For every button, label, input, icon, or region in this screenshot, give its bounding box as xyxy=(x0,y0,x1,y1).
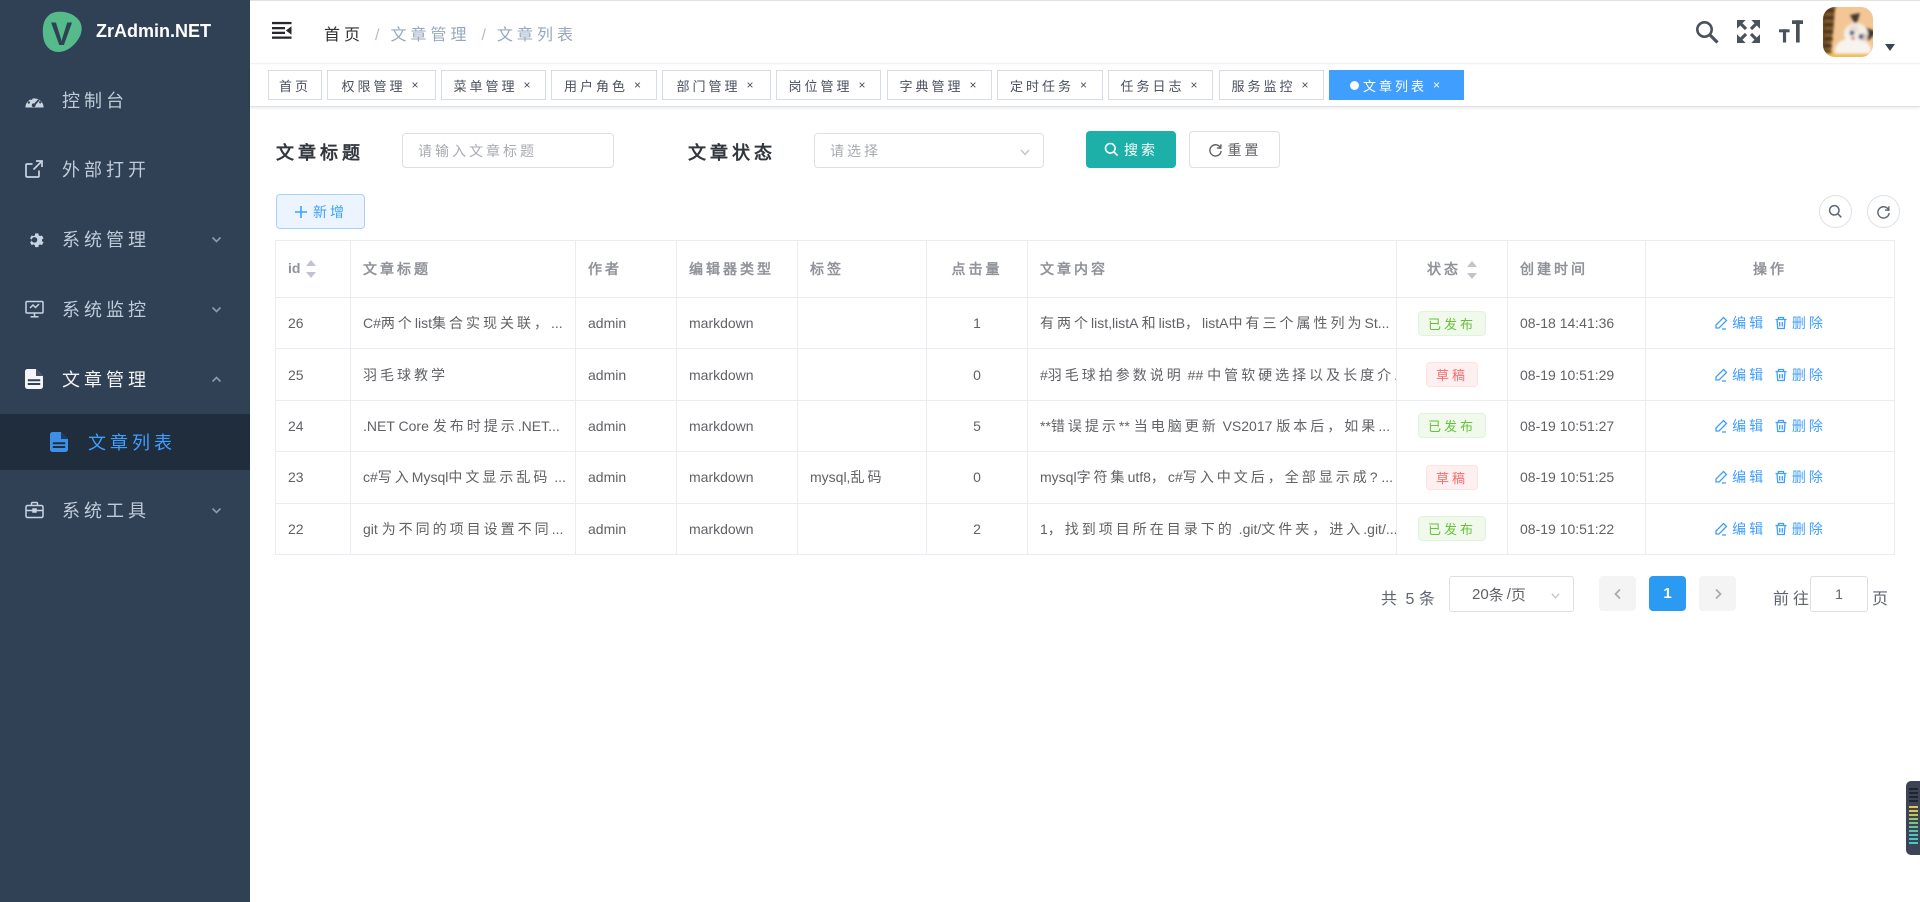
svg-text:V: V xyxy=(51,16,73,52)
